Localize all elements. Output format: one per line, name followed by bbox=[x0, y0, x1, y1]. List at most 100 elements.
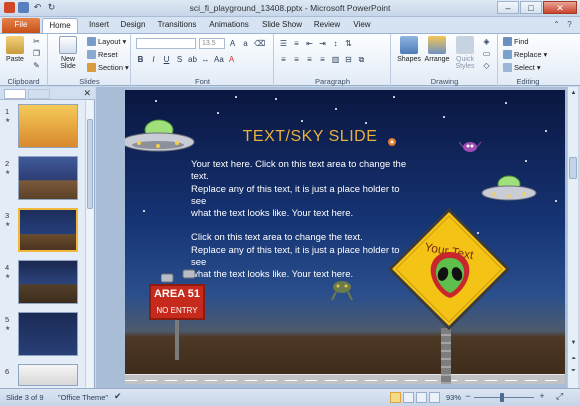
font-color-icon[interactable]: A bbox=[227, 55, 236, 64]
tab-slide-show[interactable]: Slide Show bbox=[260, 18, 304, 33]
align-right-icon[interactable]: ≡ bbox=[305, 55, 314, 64]
thumb-number: 3 bbox=[5, 211, 10, 220]
decrease-indent-icon[interactable]: ⇤ bbox=[305, 39, 314, 48]
columns-icon[interactable]: ▥ bbox=[331, 55, 340, 64]
slide-thumbnail-3[interactable] bbox=[18, 208, 78, 252]
slide-thumbnail-1[interactable] bbox=[18, 104, 78, 148]
next-slide-icon[interactable]: ⏷ bbox=[569, 367, 578, 376]
arrange-button[interactable]: Arrange bbox=[422, 36, 452, 63]
slide-sorter-view-icon[interactable] bbox=[403, 392, 414, 403]
quick-styles-button[interactable]: Quick Styles bbox=[450, 36, 480, 70]
align-left-icon[interactable]: ≡ bbox=[279, 55, 288, 64]
thumb-number: 2 bbox=[5, 159, 10, 168]
align-text-icon[interactable]: ⊟ bbox=[344, 55, 353, 64]
numbering-icon[interactable]: ≡ bbox=[292, 39, 301, 48]
copy-icon[interactable]: ❐ bbox=[32, 49, 41, 58]
zoom-slider-track[interactable] bbox=[474, 397, 534, 398]
previous-slide-icon[interactable]: ⏶ bbox=[569, 355, 578, 364]
shadow-icon[interactable]: S bbox=[175, 55, 184, 64]
fit-to-window-icon[interactable]: ⤢ bbox=[556, 391, 563, 402]
shapes-button[interactable]: Shapes bbox=[394, 36, 424, 63]
tab-animations[interactable]: Animations bbox=[207, 18, 251, 33]
slide-thumbnail-5[interactable] bbox=[18, 312, 78, 356]
shape-outline-icon[interactable]: ▭ bbox=[482, 49, 491, 58]
slide-title[interactable]: TEXT/SKY SLIDE bbox=[205, 128, 415, 146]
strikethrough-icon[interactable]: ab bbox=[188, 55, 197, 64]
outline-tab[interactable] bbox=[28, 89, 50, 99]
tab-review[interactable]: Review bbox=[311, 18, 343, 33]
slides-panel: ✕ 1 ★ 2 ★ 3 ★ 4 ★ 5 ★ 6 bbox=[0, 87, 95, 388]
scroll-down-icon[interactable]: ▼ bbox=[569, 339, 578, 348]
tab-view[interactable]: View bbox=[349, 18, 375, 33]
format-painter-icon[interactable]: ✎ bbox=[32, 61, 41, 70]
underline-icon[interactable]: U bbox=[162, 55, 171, 64]
tab-design[interactable]: Design bbox=[118, 18, 148, 33]
theme-name: "Office Theme" bbox=[58, 393, 109, 402]
layout-button[interactable]: Layout ▾ bbox=[87, 37, 126, 46]
scroll-up-icon[interactable]: ▲ bbox=[569, 89, 578, 98]
select-button[interactable]: Select ▾ bbox=[503, 63, 541, 72]
smartart-icon[interactable]: ⧉ bbox=[357, 55, 366, 64]
slide-thumbnail-4[interactable] bbox=[18, 260, 78, 304]
paragraph-align-icons: ≡ ≡ ≡ ≡ ▥ ⊟ ⧉ bbox=[279, 55, 366, 64]
new-slide-button[interactable]: New Slide bbox=[54, 36, 82, 70]
panel-scrollbar[interactable] bbox=[85, 101, 93, 387]
zoom-out-icon[interactable]: − bbox=[463, 392, 473, 402]
maximize-button[interactable]: □ bbox=[520, 1, 542, 14]
body-line: Your text here. Click on this text area … bbox=[191, 159, 407, 170]
replace-button[interactable]: Replace ▾ bbox=[503, 50, 547, 59]
increase-indent-icon[interactable]: ⇥ bbox=[318, 39, 327, 48]
slide-thumbnail-6[interactable] bbox=[18, 364, 78, 386]
panel-scroll-thumb[interactable] bbox=[87, 119, 93, 209]
zoom-in-icon[interactable]: + bbox=[537, 392, 547, 402]
window-title: sci_fi_playground_13408.pptx - Microsoft… bbox=[189, 3, 391, 13]
bold-icon[interactable]: B bbox=[136, 55, 145, 64]
paragraph-list-icons: ☰ ≡ ⇤ ⇥ ↕ ⇅ bbox=[279, 39, 353, 48]
section-button[interactable]: Section ▾ bbox=[87, 63, 129, 72]
reset-button[interactable]: Reset bbox=[87, 50, 118, 59]
font-size-combo[interactable]: 13.5 bbox=[199, 38, 225, 49]
align-center-icon[interactable]: ≡ bbox=[292, 55, 301, 64]
zoom-level[interactable]: 93% bbox=[446, 393, 461, 402]
slides-tab[interactable] bbox=[4, 89, 26, 99]
status-bar: Slide 3 of 9 "Office Theme" ✔ 93% − + ⤢ bbox=[0, 388, 580, 406]
bullets-icon[interactable]: ☰ bbox=[279, 39, 288, 48]
grow-font-icon[interactable]: A bbox=[228, 39, 237, 48]
tab-transitions[interactable]: Transitions bbox=[155, 18, 199, 33]
shape-effects-icon[interactable]: ◇ bbox=[482, 61, 491, 70]
minimize-button[interactable]: – bbox=[497, 1, 519, 14]
reading-view-icon[interactable] bbox=[416, 392, 427, 403]
find-icon bbox=[503, 37, 512, 46]
slide-canvas[interactable]: TEXT/SKY SLIDE Your text here. Click on … bbox=[125, 90, 565, 384]
cut-icon[interactable]: ✂ bbox=[32, 37, 41, 46]
slides-group: New Slide Layout ▾ Reset Section ▾ Slides bbox=[49, 34, 131, 87]
help-icon[interactable]: ? bbox=[565, 20, 574, 29]
text-direction-icon[interactable]: ⇅ bbox=[344, 39, 353, 48]
minimize-ribbon-icon[interactable]: ⌃ bbox=[552, 20, 561, 29]
shrink-font-icon[interactable]: a bbox=[241, 39, 250, 48]
normal-view-icon[interactable] bbox=[390, 392, 401, 403]
slide-editor: TEXT/SKY SLIDE Your text here. Click on … bbox=[96, 87, 570, 388]
tab-insert[interactable]: Insert bbox=[84, 18, 114, 33]
slide-scroll-thumb[interactable] bbox=[569, 157, 577, 179]
spelling-check-icon[interactable]: ✔ bbox=[114, 391, 122, 402]
close-button[interactable]: ✕ bbox=[543, 1, 577, 14]
italic-icon[interactable]: I bbox=[149, 55, 158, 64]
shape-fill-icon[interactable]: ◈ bbox=[482, 37, 491, 46]
paste-button[interactable]: Paste bbox=[3, 36, 27, 63]
close-panel-icon[interactable]: ✕ bbox=[83, 88, 91, 99]
justify-icon[interactable]: ≡ bbox=[318, 55, 327, 64]
font-name-combo[interactable] bbox=[136, 38, 196, 49]
slide-thumbnail-2[interactable] bbox=[18, 156, 78, 200]
line-spacing-icon[interactable]: ↕ bbox=[331, 39, 340, 48]
change-case-icon[interactable]: Aa bbox=[214, 55, 224, 64]
slide-show-view-icon[interactable] bbox=[429, 392, 440, 403]
tab-home[interactable]: Home bbox=[42, 18, 78, 33]
zoom-slider-knob[interactable] bbox=[500, 393, 504, 402]
tab-file[interactable]: File bbox=[2, 18, 40, 33]
clear-format-icon[interactable]: ⌫ bbox=[254, 39, 265, 48]
slide-scrollbar[interactable]: ▲ ▼ ⏶ ⏷ bbox=[567, 87, 578, 388]
find-button[interactable]: Find bbox=[503, 37, 529, 46]
spacing-icon[interactable]: ↔ bbox=[201, 55, 210, 64]
paragraph-label: Paragraph bbox=[314, 77, 351, 86]
